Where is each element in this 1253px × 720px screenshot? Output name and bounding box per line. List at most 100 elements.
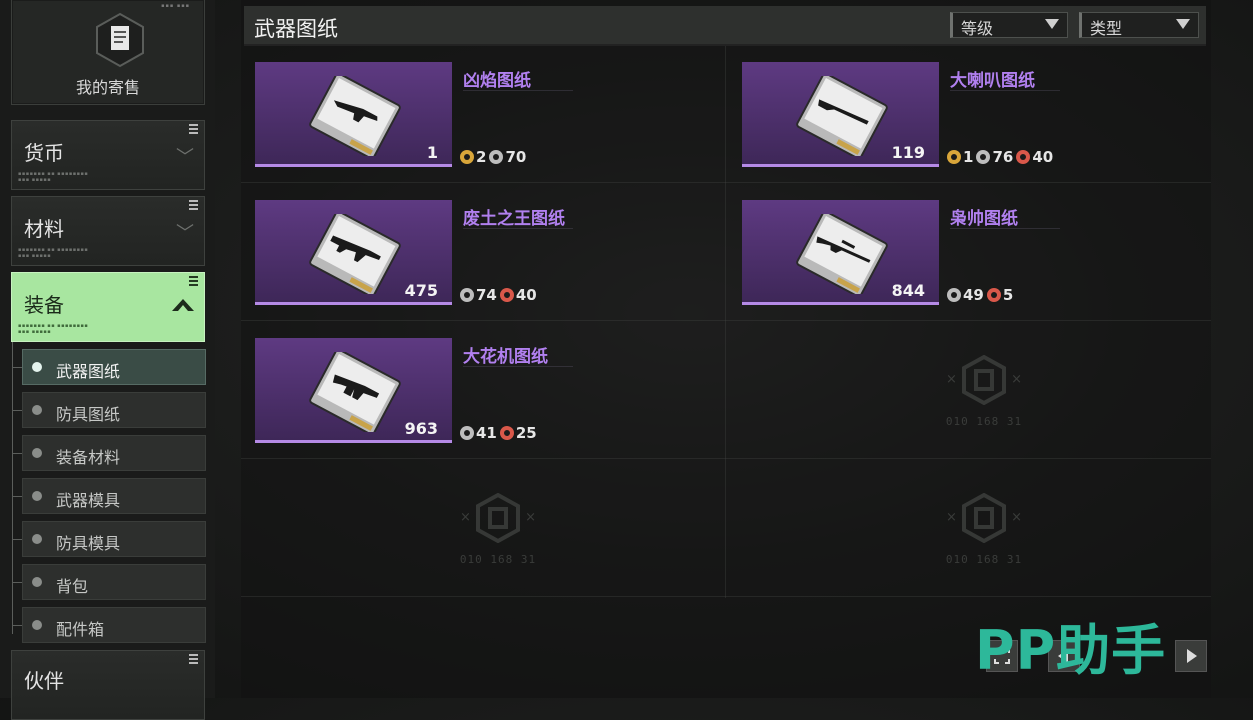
item-count: 844 [891, 281, 925, 300]
category-partner[interactable]: 伙伴 [11, 650, 205, 720]
radio-dot-icon [32, 448, 42, 458]
empty-slot: × × 010 168 31 [438, 483, 558, 573]
subcategory-label: 武器模具 [56, 491, 121, 510]
subcategory-weapon-molds[interactable]: 武器模具 [12, 478, 206, 514]
empty-slot-logo-icon [962, 493, 1006, 543]
weapon-blueprint-disk-icon [309, 76, 401, 156]
item-name: 废土之王图纸 [463, 209, 565, 229]
sidebar: ▪▪▪ ▪▪▪ 我的寄售 货币 ﹀ ▪▪▪▪▪▪▪ ▪▪ ▪▪▪▪▪▪▪▪ ▪▪▪… [0, 0, 215, 720]
tree-tick [12, 625, 22, 626]
item-card-xiongyan[interactable]: 1 凶焰图纸 2 70 [255, 62, 715, 172]
red-gear-icon [499, 288, 514, 302]
tree-tick [12, 496, 22, 497]
watermark-logo: PP助手 [975, 606, 1245, 682]
radio-dot-icon [32, 534, 42, 544]
menu-icon [189, 124, 198, 136]
material-requirements: 2 70 [460, 148, 529, 166]
item-thumbnail: 963 [255, 338, 452, 443]
category-label: 伙伴 [24, 669, 64, 693]
subcategory-equipment-materials[interactable]: 装备材料 [12, 435, 206, 471]
item-name: 凶焰图纸 [463, 71, 531, 91]
name-underline [463, 90, 573, 91]
subcategory-backpack[interactable]: 背包 [12, 564, 206, 600]
empty-slot: × × 010 168 31 [924, 483, 1044, 573]
consign-deco-text: ▪▪▪ ▪▪▪ [161, 3, 190, 9]
subcategory-label: 防具图纸 [56, 405, 121, 424]
subcategory-armor-molds[interactable]: 防具模具 [12, 521, 206, 557]
silver-gear-icon [460, 426, 474, 440]
category-equipment[interactable]: 装备 ▪▪▪▪▪▪▪ ▪▪ ▪▪▪▪▪▪▪▪ ▪▪▪ ▪▪▪▪▪ [11, 272, 205, 342]
empty-mark: × [946, 510, 957, 525]
empty-mark: × [1011, 372, 1022, 387]
item-card-dahuaji[interactable]: 963 大花机图纸 41 25 [255, 338, 715, 448]
item-thumbnail: 119 [742, 62, 939, 167]
menu-icon [189, 276, 198, 288]
red-gear-icon [499, 426, 514, 440]
panel-header: 武器图纸 等级 类型 [244, 6, 1206, 46]
menu-icon [189, 200, 198, 212]
empty-slot-logo-icon [962, 355, 1006, 405]
item-count: 475 [404, 281, 438, 300]
radio-dot-icon [32, 405, 42, 415]
item-name: 大喇叭图纸 [950, 71, 1035, 91]
requirement: 1 [947, 148, 973, 166]
tree-tick [12, 410, 22, 411]
silver-gear-icon [460, 288, 474, 302]
weapon-blueprint-disk-icon [309, 214, 401, 294]
item-count: 1 [426, 143, 438, 162]
page-title: 武器图纸 [254, 17, 338, 41]
material-requirements: 74 40 [460, 286, 540, 304]
empty-mark: × [1011, 510, 1022, 525]
dropdown-label: 类型 [1090, 19, 1123, 38]
subcategory-accessory-box[interactable]: 配件箱 [12, 607, 206, 643]
empty-slot: × × 010 168 31 [924, 345, 1044, 435]
grid-divider [725, 46, 726, 598]
subcategory-weapon-blueprints[interactable]: 武器图纸 [12, 349, 206, 385]
category-deco-text: ▪▪▪▪▪▪▪ ▪▪ ▪▪▪▪▪▪▪▪ ▪▪▪ ▪▪▪▪▪ [18, 323, 89, 335]
category-label: 货币 [24, 141, 64, 165]
type-filter-dropdown[interactable]: 类型 [1079, 12, 1199, 38]
empty-slot-logo-icon [476, 493, 520, 543]
requirement: 49 [947, 286, 984, 304]
item-card-dalaba[interactable]: 119 大喇叭图纸 1 76 40 [742, 62, 1202, 172]
grid-divider [241, 320, 1211, 321]
dropdown-arrow-icon [1045, 19, 1059, 29]
requirement-value: 41 [476, 424, 497, 442]
requirement-value: 74 [476, 286, 497, 304]
requirement: 74 [460, 286, 497, 304]
weapon-blueprint-disk-icon [309, 352, 401, 432]
requirement-value: 40 [515, 286, 537, 304]
name-underline [463, 366, 573, 367]
item-card-xiaoshuai[interactable]: 844 枭帅图纸 49 5 [742, 200, 1202, 310]
requirement-value: 25 [515, 424, 537, 442]
item-thumbnail: 475 [255, 200, 452, 305]
tree-tick [12, 582, 22, 583]
requirement-value: 40 [1032, 148, 1054, 166]
requirement: 5 [986, 286, 1013, 304]
silver-gear-icon [976, 150, 991, 164]
level-filter-dropdown[interactable]: 等级 [950, 12, 1068, 38]
item-card-feituzhiwang[interactable]: 475 废土之王图纸 74 40 [255, 200, 715, 310]
radio-dot-icon [32, 491, 42, 501]
category-label: 装备 [24, 293, 64, 317]
grid-divider [241, 182, 1211, 183]
silver-gear-icon [489, 150, 504, 164]
grid-divider [241, 458, 1211, 459]
requirement: 40 [499, 286, 537, 304]
item-thumbnail: 1 [255, 62, 452, 167]
subcategory-label: 防具模具 [56, 534, 121, 553]
subcategory-label: 武器图纸 [56, 362, 121, 381]
category-materials[interactable]: 材料 ﹀ ▪▪▪▪▪▪▪ ▪▪ ▪▪▪▪▪▪▪▪ ▪▪▪ ▪▪▪▪▪ [11, 196, 205, 266]
requirement-value: 49 [963, 286, 984, 304]
red-gear-icon [1016, 150, 1031, 164]
menu-icon [189, 654, 198, 666]
material-requirements: 1 76 40 [947, 148, 1056, 166]
radio-dot-icon [32, 362, 42, 372]
item-name: 大花机图纸 [463, 347, 548, 367]
silver-gear-icon [947, 288, 961, 302]
blueprint-panel: 武器图纸 等级 类型 1 凶焰图纸 2 70 119 大喇叭图纸 1 76 40… [241, 0, 1211, 698]
requirement: 70 [489, 148, 526, 166]
category-currency[interactable]: 货币 ﹀ ▪▪▪▪▪▪▪ ▪▪ ▪▪▪▪▪▪▪▪ ▪▪▪ ▪▪▪▪▪ [11, 120, 205, 190]
subcategory-armor-blueprints[interactable]: 防具图纸 [12, 392, 206, 428]
my-consignment-button[interactable]: ▪▪▪ ▪▪▪ 我的寄售 [11, 0, 205, 105]
